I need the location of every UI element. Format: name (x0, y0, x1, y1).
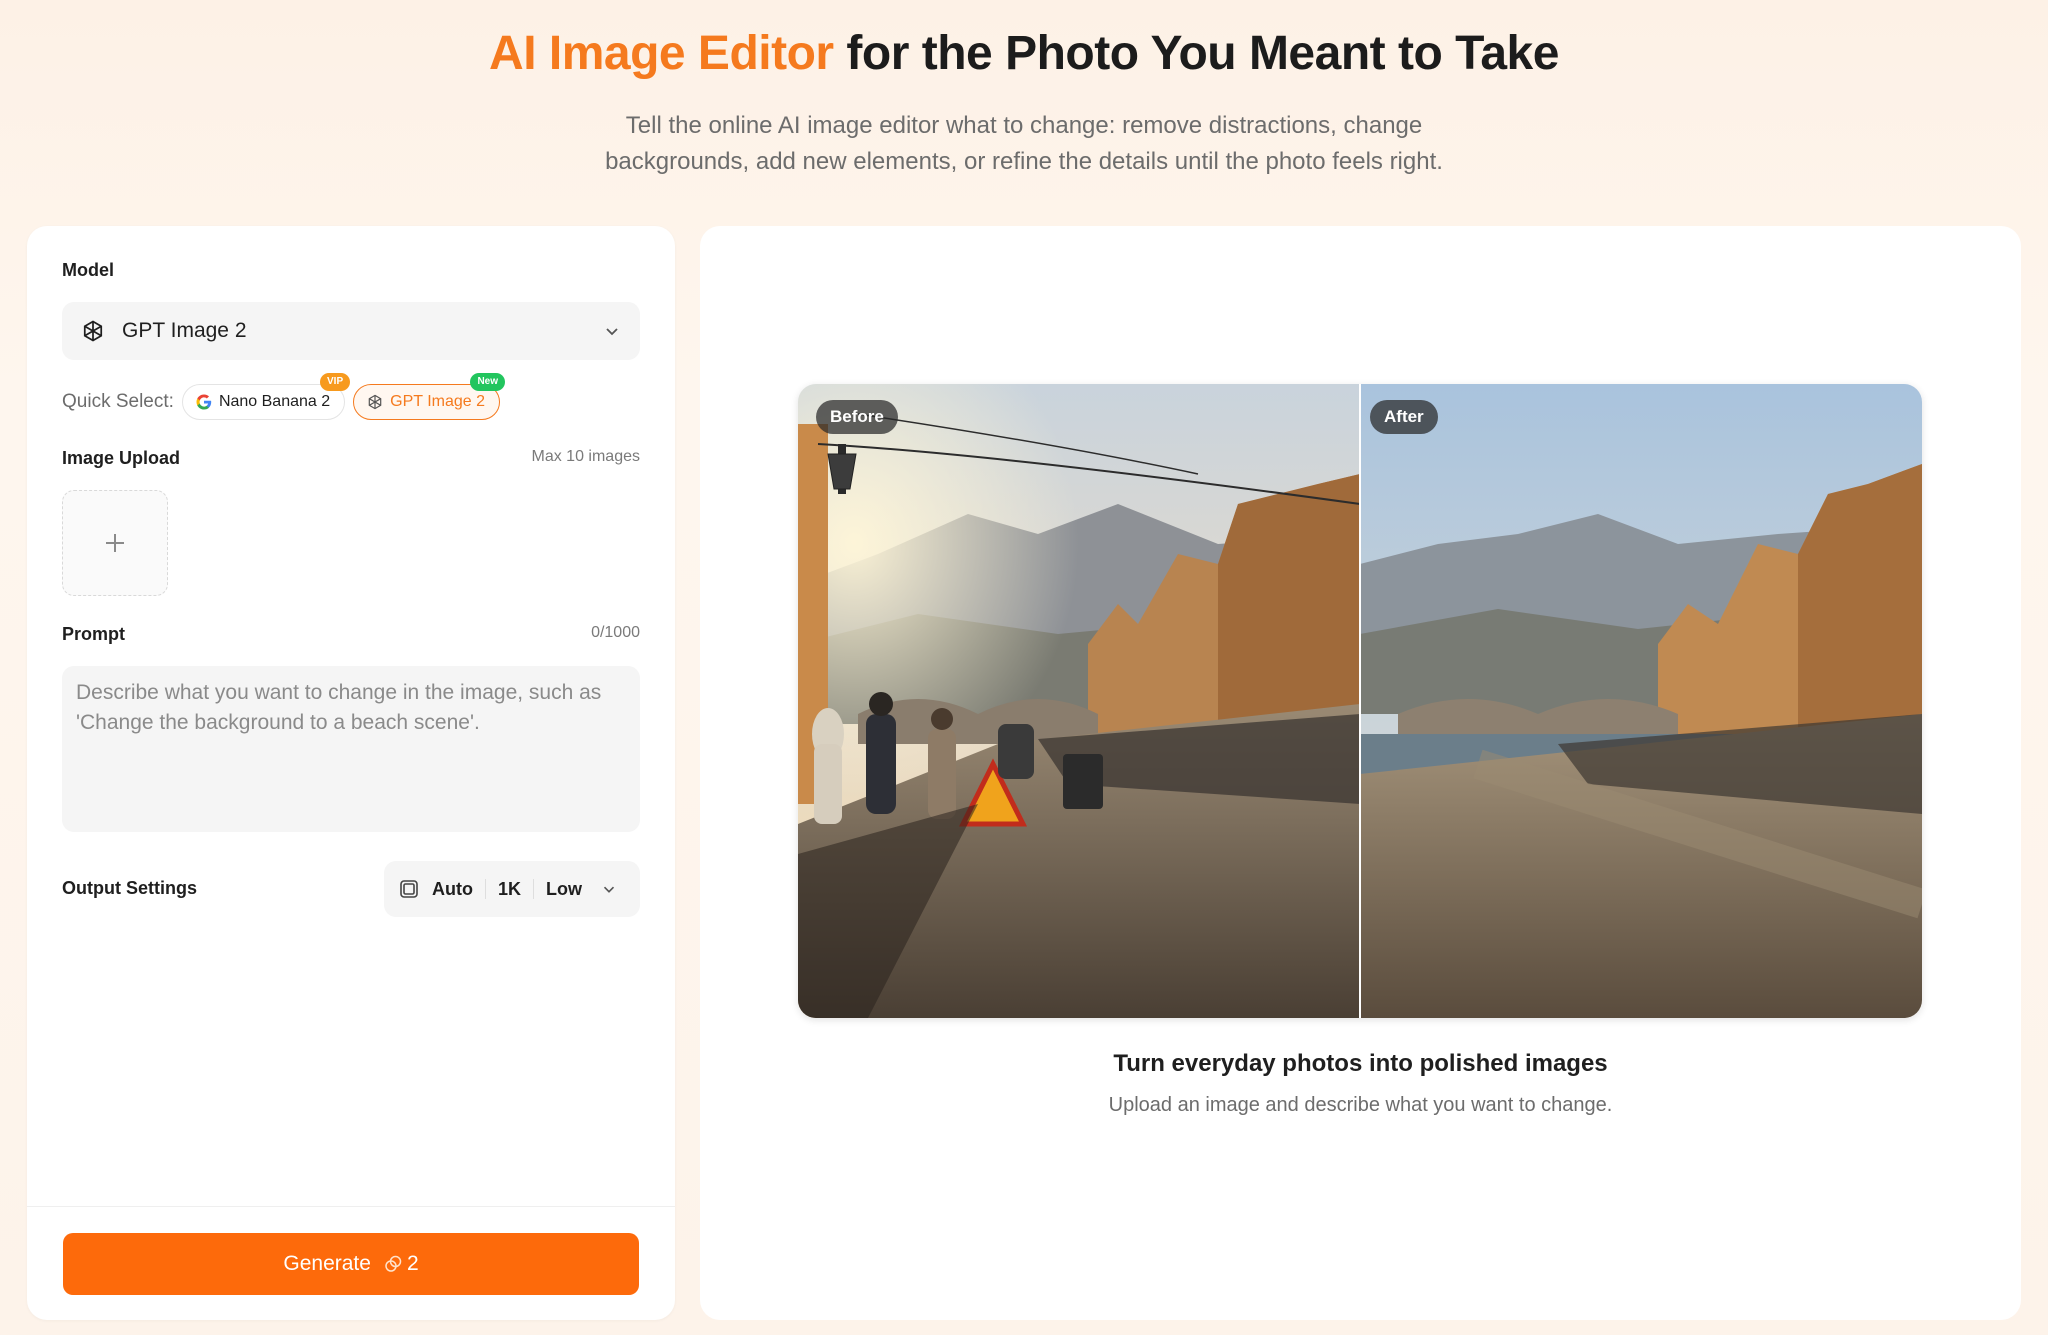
image-upload-dropzone[interactable] (62, 490, 168, 596)
preview-panel: Before After Turn everyday photos into p… (700, 226, 2021, 1320)
model-select-value: GPT Image 2 (122, 319, 247, 342)
after-image (1360, 384, 1922, 1018)
divider (533, 879, 534, 899)
generate-cost: 2 (406, 1252, 419, 1275)
preview-caption-subtitle: Upload an image and describe what you wa… (1108, 1094, 1613, 1116)
after-tag: After (1370, 400, 1438, 434)
output-settings-select[interactable]: Auto 1K Low (384, 861, 640, 917)
aspect-ratio-icon (400, 880, 418, 898)
divider (484, 879, 486, 899)
new-badge: New (470, 373, 505, 391)
output-quality-value: Low (546, 878, 582, 899)
quick-chip-nano-banana[interactable]: Nano Banana 2 VIP (181, 373, 351, 420)
quick-chip-gpt-image[interactable]: GPT Image 2 New (353, 373, 505, 420)
preview-caption-title: Turn everyday photos into polished image… (1113, 1050, 1608, 1077)
google-icon (196, 394, 212, 410)
page-title-accent: AI Image Editor (489, 27, 834, 80)
generate-label: Generate (283, 1252, 371, 1275)
openai-icon (83, 320, 103, 342)
output-resolution-value: 1K (497, 878, 521, 899)
prompt-char-count: 0/1000 (591, 624, 640, 641)
upload-limit-hint: Max 10 images (531, 448, 641, 465)
page-subtitle: Tell the online AI image editor what to … (605, 112, 1443, 175)
quick-chip-label: Nano Banana 2 (218, 393, 331, 410)
prompt-input[interactable] (62, 666, 640, 832)
vip-badge: VIP (320, 373, 351, 391)
page-title: AI Image Editor for the Photo You Meant … (0, 26, 2048, 81)
output-ratio-value: Auto (432, 878, 473, 899)
comparison-illustration (798, 384, 1922, 1018)
model-label: Model (62, 260, 114, 280)
quick-select: Quick Select: Nano Banana 2 VIP GPT Imag… (62, 373, 508, 422)
prompt-label: Prompt (62, 624, 125, 644)
chevron-down-icon (606, 328, 618, 336)
editor-panel: Model GPT Image 2 Quick Select: Nano Ban… (27, 226, 675, 1320)
credits-icon (385, 1255, 402, 1272)
openai-icon (368, 394, 382, 410)
before-after-comparison[interactable]: Before After (798, 384, 1922, 1018)
output-settings-label: Output Settings (62, 878, 197, 898)
image-upload-label: Image Upload (62, 448, 181, 468)
generate-button[interactable]: Generate 2 (63, 1233, 639, 1295)
model-select[interactable]: GPT Image 2 (62, 302, 640, 360)
quick-chip-label: GPT Image 2 (390, 393, 485, 410)
before-tag: Before (816, 400, 898, 434)
plus-icon (106, 534, 124, 552)
panel-divider (27, 1206, 675, 1207)
chevron-down-icon (603, 886, 615, 893)
quick-select-label: Quick Select: (62, 391, 174, 412)
before-image (798, 384, 1361, 1018)
page-title-rest: for the Photo You Meant to Take (833, 27, 1559, 80)
